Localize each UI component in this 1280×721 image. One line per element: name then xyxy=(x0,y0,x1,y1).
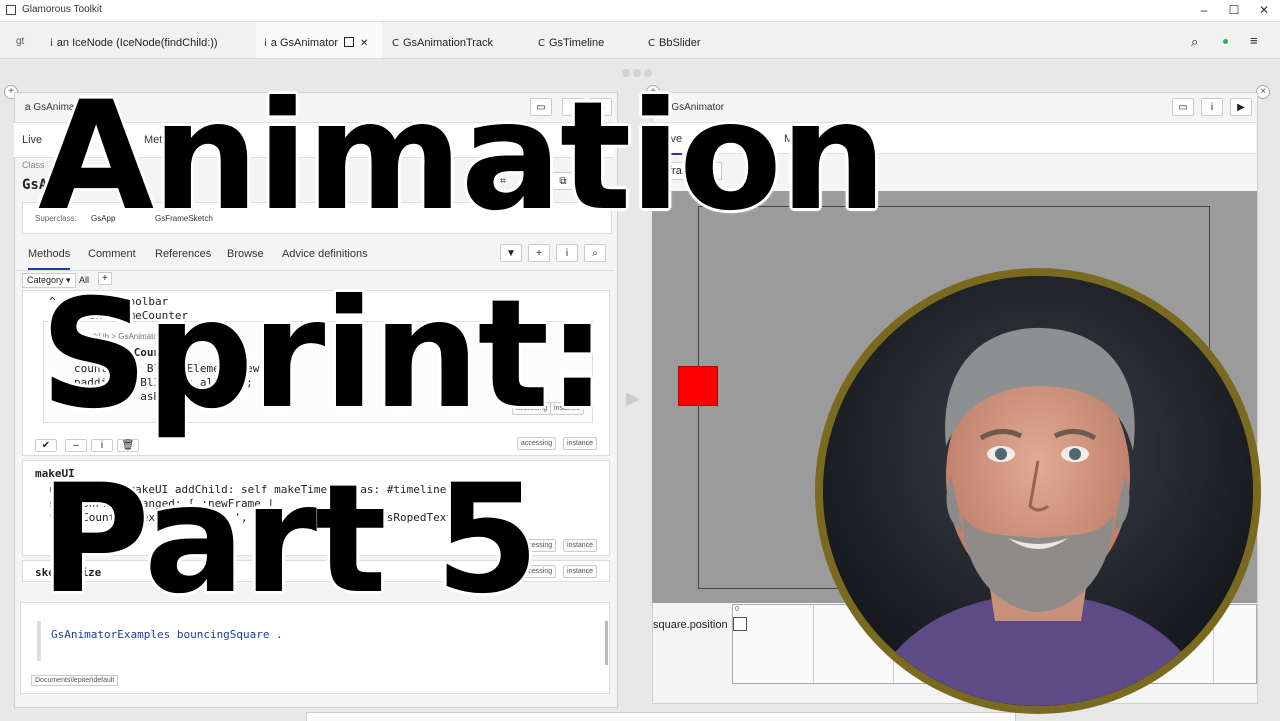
add-method-icon[interactable]: + xyxy=(528,244,550,262)
snippet-bar xyxy=(37,621,41,661)
tab-strip: gt i an IceNode (IceNode(findChild:)) ia … xyxy=(0,22,1280,59)
overlay-title-line2: Sprint: xyxy=(40,268,607,442)
window-title: Glamorous Toolkit xyxy=(22,4,102,15)
close-window-button[interactable]: ✕ xyxy=(1256,2,1272,18)
tab-gsanimationtrack[interactable]: C GsAnimationTrack xyxy=(386,22,522,58)
overlay-title-line3: Part 5 xyxy=(40,453,539,627)
method-tabs: Methods Comment References Browse Advice… xyxy=(14,240,614,271)
right-play-icon[interactable]: ▶ xyxy=(1230,98,1252,116)
presenter-portrait xyxy=(823,276,1253,706)
track-label: square.position xyxy=(653,619,728,631)
tab-methods[interactable]: Methods xyxy=(28,248,71,270)
filter-icon[interactable]: ▼ xyxy=(500,244,522,262)
minimize-button[interactable]: – xyxy=(1196,2,1212,18)
app-icon xyxy=(6,5,16,15)
status-dot-icon xyxy=(1223,39,1228,44)
tab-icenode[interactable]: i an IceNode (IceNode(findChild:)) xyxy=(44,22,250,58)
maximize-button[interactable]: ☐ xyxy=(1226,2,1242,18)
playground-code[interactable]: GsAnimatorExamples bouncingSquare . xyxy=(51,628,283,641)
window-title-bar: Glamorous Toolkit – ☐ ✕ xyxy=(0,0,1280,22)
class-icon: C xyxy=(648,38,655,49)
method-search-icon[interactable]: ⌕ xyxy=(584,244,606,262)
tab-advice-definitions[interactable]: Advice definitions xyxy=(282,248,368,260)
right-inspect-icon[interactable]: i xyxy=(1201,98,1223,116)
pane-arrow-icon: ▶ xyxy=(626,388,640,408)
menu-icon[interactable]: ≡ xyxy=(1250,33,1258,48)
inspector-icon: i xyxy=(50,38,53,49)
tab-gsanimator[interactable]: ia GsAnimator ✕ xyxy=(256,22,382,58)
overlay-title-line1: Animation xyxy=(38,70,887,244)
tab-gstimeline[interactable]: C GsTimeline xyxy=(534,22,638,58)
right-book-icon[interactable]: ▭ xyxy=(1172,98,1194,116)
tab-comment[interactable]: Comment xyxy=(88,248,136,260)
timeline-gridline xyxy=(813,605,814,685)
red-square xyxy=(678,366,718,406)
tab-bbslider[interactable]: C BbSlider xyxy=(646,22,738,58)
timeline-tick-label: 0 xyxy=(735,606,739,613)
method-inspect-icon[interactable]: i xyxy=(556,244,578,262)
instance-tag[interactable]: instance xyxy=(563,565,598,578)
close-pane-icon[interactable]: × xyxy=(1256,85,1270,99)
lepiter-path[interactable]: Documents\lepiter\default xyxy=(31,675,119,686)
search-icon[interactable]: ⌕ xyxy=(1191,34,1198,50)
class-icon: C xyxy=(392,38,399,49)
keyframe-marker[interactable] xyxy=(733,617,747,631)
tab-references[interactable]: References xyxy=(155,248,211,260)
gt-home-icon[interactable]: gt xyxy=(16,36,24,47)
tab-browse[interactable]: Browse xyxy=(227,248,264,260)
presenter-illustration xyxy=(823,276,1253,706)
instance-tag[interactable]: instance xyxy=(563,539,598,552)
inspector-icon: i xyxy=(264,38,267,49)
class-icon: C xyxy=(538,38,545,49)
playground-scrollbar[interactable] xyxy=(605,621,608,665)
close-tab-icon[interactable]: ✕ xyxy=(360,38,368,49)
maximize-tab-icon[interactable] xyxy=(344,37,355,47)
